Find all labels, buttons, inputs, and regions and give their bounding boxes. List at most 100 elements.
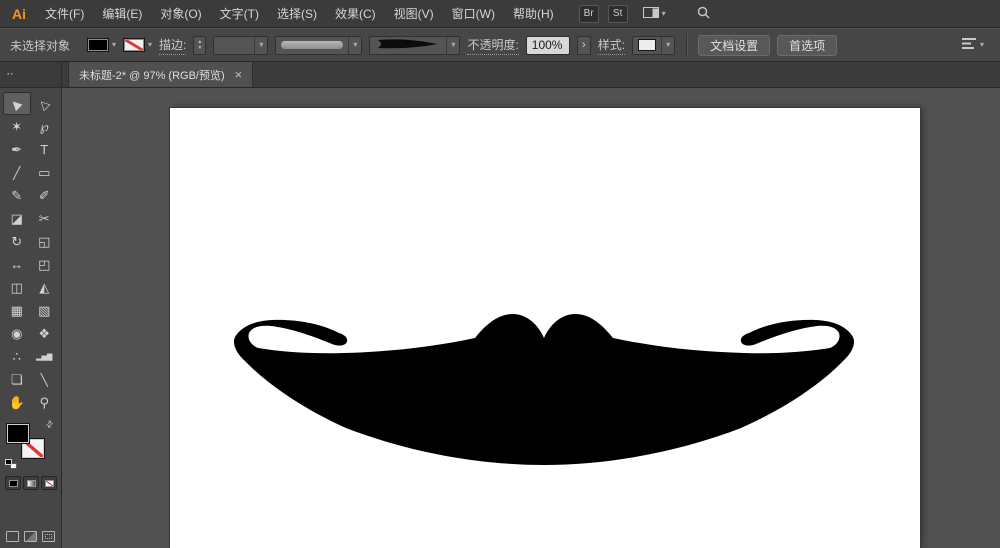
- document-setup-button[interactable]: 文档设置: [698, 35, 770, 56]
- direct-selection-tool-icon: ◁: [36, 95, 52, 111]
- blend-tool[interactable]: ❖: [31, 322, 59, 345]
- pencil-tool-icon: ✐: [39, 188, 50, 204]
- stroke-panel-link[interactable]: 描边:: [159, 36, 186, 55]
- rotate-tool[interactable]: ↻: [3, 230, 31, 253]
- opacity-expand-button[interactable]: ›: [577, 36, 591, 55]
- width-profile-select[interactable]: ▾: [369, 36, 460, 55]
- gradient-button[interactable]: [23, 476, 39, 490]
- stroke-none-swatch[interactable]: [123, 38, 145, 52]
- chevron-down-icon: ▾: [254, 37, 267, 54]
- fill-color-control[interactable]: ▾: [87, 38, 116, 52]
- menu-item-help[interactable]: 帮助(H): [504, 0, 563, 28]
- eraser-tool[interactable]: ◪: [3, 207, 31, 230]
- brush-definition-select[interactable]: ▾: [275, 36, 362, 55]
- swap-fill-stroke-icon[interactable]: ⇄: [44, 419, 56, 431]
- rectangle-tool[interactable]: ▭: [31, 161, 59, 184]
- selection-status: 未选择对象: [10, 37, 70, 54]
- menu-item-file[interactable]: 文件(F): [36, 0, 93, 28]
- menubar-extras: Br St ▾: [579, 5, 710, 23]
- menu-item-select[interactable]: 选择(S): [268, 0, 326, 28]
- search-button[interactable]: [697, 6, 710, 22]
- hand-tool[interactable]: ✋: [3, 391, 31, 414]
- draw-inside-button[interactable]: [42, 531, 55, 542]
- column-graph-tool[interactable]: ▂▅▇: [31, 345, 59, 368]
- preferences-button[interactable]: 首选项: [777, 35, 837, 56]
- chevron-down-icon: ▾: [661, 37, 674, 54]
- artboard[interactable]: [170, 108, 920, 548]
- type-tool-icon: T: [40, 142, 48, 157]
- paint-mode-buttons: [5, 476, 61, 490]
- scissors-tool[interactable]: ✂: [31, 207, 59, 230]
- chevron-down-icon: ▾: [148, 41, 152, 49]
- draw-normal-button[interactable]: [6, 531, 19, 542]
- stroke-weight-stepper[interactable]: ▴ ▾: [193, 36, 206, 55]
- tools-panel-header[interactable]: ▪▪: [0, 62, 61, 88]
- align-icon: [962, 38, 976, 52]
- default-fill-stroke-icon[interactable]: [5, 459, 19, 470]
- menu-item-type[interactable]: 文字(T): [211, 0, 268, 28]
- bridge-button[interactable]: Br: [579, 5, 599, 23]
- graphic-style-select[interactable]: ▾: [632, 36, 675, 55]
- lasso-tool[interactable]: ℘: [31, 115, 59, 138]
- type-tool[interactable]: T: [31, 138, 59, 161]
- menu-item-effect[interactable]: 效果(C): [326, 0, 385, 28]
- mesh-tool[interactable]: ▦: [3, 299, 31, 322]
- menu-item-edit[interactable]: 编辑(E): [93, 0, 151, 28]
- stock-button[interactable]: St: [608, 5, 628, 23]
- none-button[interactable]: [41, 476, 57, 490]
- menu-item-window[interactable]: 窗口(W): [443, 0, 504, 28]
- document-tab-title: 未标题-2* @ 97% (RGB/预览): [79, 67, 225, 83]
- width-tool[interactable]: ↔: [3, 253, 31, 276]
- pencil-tool[interactable]: ✐: [31, 184, 59, 207]
- slice-tool[interactable]: ╲: [31, 368, 59, 391]
- chevron-down-icon: ▾: [348, 37, 361, 54]
- free-transform-tool-icon: ◰: [38, 257, 50, 273]
- width-profile-preview-icon: [375, 38, 441, 53]
- opacity-panel-link[interactable]: 不透明度:: [467, 36, 518, 55]
- scale-tool-icon: ◱: [38, 234, 50, 250]
- fill-color-swatch[interactable]: [87, 38, 109, 52]
- canvas-pasteboard[interactable]: [62, 88, 1000, 548]
- hand-tool-icon: ✋: [9, 395, 25, 411]
- search-icon: [697, 6, 710, 22]
- direct-selection-tool[interactable]: ◁: [31, 92, 59, 115]
- pen-tool[interactable]: ✒: [3, 138, 31, 161]
- fill-stroke-wells: ⇄: [4, 420, 57, 470]
- color-icon: [9, 480, 18, 487]
- workspace-switcher[interactable]: ▾: [643, 7, 666, 21]
- panel-grip-icon: ▪▪: [7, 71, 14, 78]
- style-panel-link[interactable]: 样式:: [598, 36, 625, 55]
- magic-wand-tool[interactable]: ✶: [3, 115, 31, 138]
- gradient-tool[interactable]: ▧: [31, 299, 59, 322]
- zoom-tool[interactable]: ⚲: [31, 391, 59, 414]
- menu-item-view[interactable]: 视图(V): [385, 0, 443, 28]
- stepper-up-icon: ▴: [198, 40, 201, 45]
- selection-tool-icon: ◀: [9, 95, 25, 111]
- document-tab[interactable]: 未标题-2* @ 97% (RGB/预览) ×: [68, 62, 253, 87]
- symbol-sprayer-tool[interactable]: ∴: [3, 345, 31, 368]
- close-icon[interactable]: ×: [235, 68, 243, 81]
- artboard-tool[interactable]: ❏: [3, 368, 31, 391]
- chevron-down-icon: ▾: [980, 41, 984, 49]
- selection-tool[interactable]: ◀: [3, 92, 31, 115]
- mustache-path[interactable]: [234, 314, 854, 465]
- free-transform-tool[interactable]: ◰: [31, 253, 59, 276]
- magic-wand-tool-icon: ✶: [11, 119, 22, 135]
- menu-item-object[interactable]: 对象(O): [151, 0, 210, 28]
- draw-behind-button[interactable]: [24, 531, 37, 542]
- eyedropper-tool[interactable]: ◉: [3, 322, 31, 345]
- fill-well[interactable]: [6, 423, 30, 444]
- mustache-shape[interactable]: [232, 310, 856, 468]
- opacity-field[interactable]: 100%: [526, 36, 570, 55]
- shape-builder-tool[interactable]: ◫: [3, 276, 31, 299]
- color-button[interactable]: [5, 476, 21, 490]
- stroke-color-control[interactable]: ▾: [123, 38, 152, 52]
- perspective-grid-tool[interactable]: ◭: [31, 276, 59, 299]
- align-control[interactable]: ▾: [962, 38, 984, 52]
- paintbrush-tool[interactable]: ✎: [3, 184, 31, 207]
- lasso-tool-icon: ℘: [40, 119, 49, 135]
- none-icon: [45, 480, 54, 487]
- stroke-weight-select[interactable]: ▾: [213, 36, 268, 55]
- line-segment-tool[interactable]: ╱: [3, 161, 31, 184]
- scale-tool[interactable]: ◱: [31, 230, 59, 253]
